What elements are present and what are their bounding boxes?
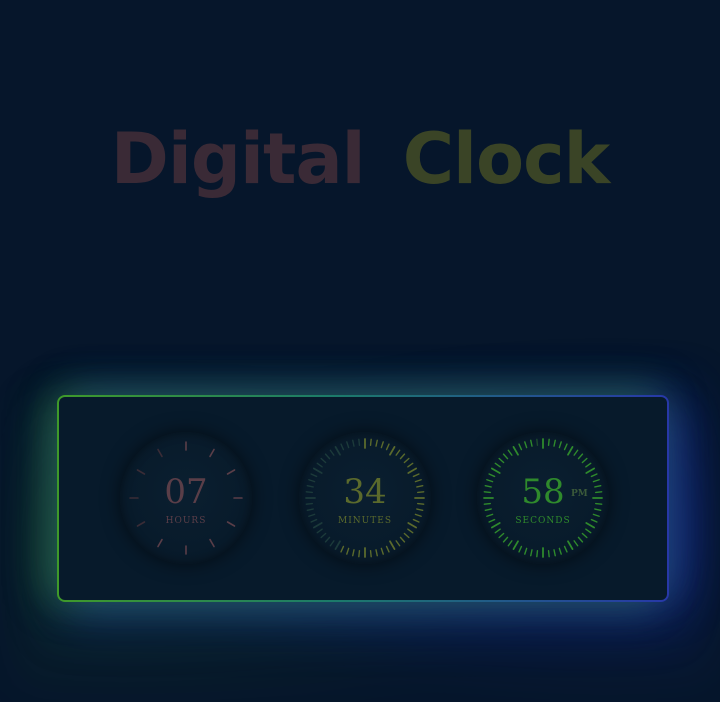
dial-tick [573,540,579,547]
dial-tick [329,540,335,547]
dial-tick [518,443,523,451]
dial-tick [340,443,345,451]
dial-tick [157,538,163,548]
dial-tick [498,457,505,464]
dial-tick [524,441,528,449]
minutes-value: 34 [343,472,387,512]
dial-tick [530,439,533,447]
dial-tick [507,449,513,456]
dial-tick [157,448,163,458]
dial-tick [334,540,341,550]
dial-tick [209,538,215,548]
dial-tick [567,540,574,550]
dial-tick [395,449,401,456]
dial-tick [494,528,501,534]
page-title: Digital Clock [0,118,720,200]
dial-tick [358,550,361,558]
dial-tick [585,528,592,534]
hours-value: 07 [164,472,208,512]
dial-tick [577,536,584,543]
dial-tick [403,457,410,464]
dial-tick [369,438,372,446]
hours-dial: 07 HOURS [120,432,252,564]
dial-tick [518,545,523,553]
dial-tick [567,446,574,456]
dial-tick [536,550,539,558]
dial-tick [507,540,513,547]
dial-tick [498,532,505,539]
dial-tick [209,448,215,458]
dial-tick [346,547,350,555]
dial-tick [324,453,331,460]
title-word-digital: Digital [110,118,366,200]
dial-tick [358,438,361,446]
dial-tick [502,536,509,543]
am-pm-indicator: PM [571,489,588,499]
dial-tick [524,547,528,555]
dial-tick [403,532,410,539]
dial-tick [530,549,533,557]
dial-tick [407,528,414,534]
dial-tick [399,453,406,460]
dial-tick [389,540,396,550]
dial-tick [316,528,323,534]
dial-tick [346,441,350,449]
dial-tick [547,438,550,446]
dial-tick [577,453,584,460]
dial-tick [553,549,556,557]
dial-tick [502,453,509,460]
seconds-label: SECONDS [515,516,571,526]
dial-tick [380,547,384,555]
dial-tick [320,532,327,539]
dial-tick [389,446,396,456]
seconds-value: 58 [521,472,565,512]
dial-tick [375,549,378,557]
dial-tick [512,540,519,550]
dial-tick [553,439,556,447]
dial-tick [558,441,562,449]
minutes-label: MINUTES [338,516,392,526]
dial-tick [329,449,335,456]
minutes-dial: 34 MINUTES [299,432,431,564]
dial-tick [399,536,406,543]
dial-tick [536,438,539,446]
dial-tick [585,462,592,468]
clock-panel: 07 HOURS 34 MINUTES 58 PM SECONDS [57,395,669,602]
dial-tick [558,547,562,555]
dial-tick [512,446,519,456]
title-word-clock: Clock [402,118,611,200]
dial-tick [380,441,384,449]
dial-tick [407,462,414,468]
dial-tick [494,462,501,468]
dial-tick [334,446,341,456]
hours-label: HOURS [165,516,207,526]
dial-tick [581,532,588,539]
seconds-dial: 58 PM SECONDS [477,432,609,564]
dial-tick [340,545,345,553]
dial-tick [563,443,568,451]
dial-tick [385,545,390,553]
dial-tick [547,550,550,558]
dial-tick [375,439,378,447]
dial-tick [320,457,327,464]
dial-tick [395,540,401,547]
dial-tick [385,443,390,451]
dial-tick [316,462,323,468]
dial-tick [563,545,568,553]
dial-tick [581,457,588,464]
dial-tick [352,439,355,447]
dial-tick [352,549,355,557]
dial-tick [369,550,372,558]
dial-tick [324,536,331,543]
dial-tick [573,449,579,456]
